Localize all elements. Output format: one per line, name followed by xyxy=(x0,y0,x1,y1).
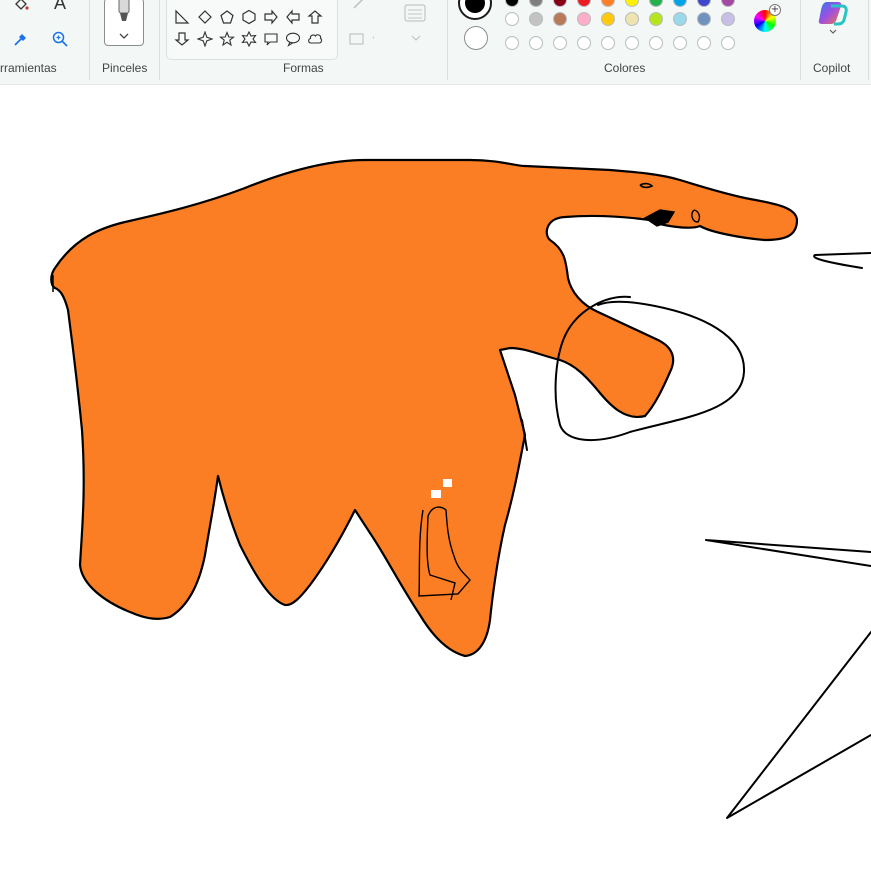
color-swatch[interactable] xyxy=(649,0,663,7)
color-swatch[interactable] xyxy=(601,12,615,26)
color-swatch[interactable] xyxy=(697,0,711,7)
outline-tool-button[interactable] xyxy=(347,0,373,14)
white-dot xyxy=(443,479,452,487)
fill-style-button[interactable] xyxy=(348,28,374,50)
line-size-icon xyxy=(404,4,426,22)
secondary-color-button[interactable] xyxy=(464,26,488,50)
custom-color-slot[interactable] xyxy=(553,36,567,50)
color-swatch[interactable] xyxy=(601,0,615,7)
color-swatch[interactable] xyxy=(649,12,663,26)
tools-group-label: rramientas xyxy=(0,61,57,75)
divider xyxy=(800,0,801,80)
top-right-stroke xyxy=(813,252,871,269)
pencil-outline-icon xyxy=(353,0,363,9)
color-swatch[interactable] xyxy=(577,0,591,7)
text-tool-button[interactable]: A xyxy=(47,0,73,14)
plus-icon: + xyxy=(769,4,781,16)
brushes-group-label: Pinceles xyxy=(102,61,148,75)
custom-color-slot[interactable] xyxy=(625,36,639,50)
chevron-down-icon xyxy=(119,33,129,39)
right-triangle-shape[interactable] xyxy=(172,7,192,27)
custom-color-slot[interactable] xyxy=(529,36,543,50)
drawing-canvas[interactable] xyxy=(0,85,871,871)
fill-bucket-icon[interactable] xyxy=(8,0,34,16)
color-swatch[interactable] xyxy=(529,12,543,26)
color-swatch[interactable] xyxy=(553,0,567,7)
copilot-icon xyxy=(818,2,848,26)
chevron-down-icon xyxy=(829,29,837,34)
white-dot xyxy=(431,490,441,498)
color-swatch[interactable] xyxy=(577,12,591,26)
color-swatch[interactable] xyxy=(721,0,735,7)
primary-color-button[interactable] xyxy=(458,0,492,20)
color-swatch[interactable] xyxy=(673,0,687,7)
primary-color-swatch xyxy=(465,0,485,13)
divider xyxy=(89,0,90,80)
diamond-shape[interactable] xyxy=(195,7,215,27)
cloud-callout-shape[interactable] xyxy=(305,29,325,49)
color-picker-icon[interactable] xyxy=(8,28,34,50)
copilot-group-label: Copilot xyxy=(813,61,851,75)
color-swatch[interactable] xyxy=(673,12,687,26)
custom-color-slot[interactable] xyxy=(673,36,687,50)
down-arrow-shape[interactable] xyxy=(172,29,192,49)
magnifier-icon[interactable] xyxy=(47,28,73,50)
custom-color-slot[interactable] xyxy=(697,36,711,50)
long-line-stroke xyxy=(705,539,871,567)
color-swatch[interactable] xyxy=(553,12,567,26)
chevron-down-icon xyxy=(411,35,421,41)
color-swatch[interactable] xyxy=(625,0,639,7)
edit-colors-button[interactable]: + xyxy=(752,4,781,34)
hexagon-shape[interactable] xyxy=(239,7,259,27)
color-swatch[interactable] xyxy=(721,12,735,26)
oval-callout-shape[interactable] xyxy=(283,29,303,49)
custom-color-slot[interactable] xyxy=(577,36,591,50)
six-point-star-shape[interactable] xyxy=(239,29,259,49)
brush-button[interactable] xyxy=(104,0,144,46)
orange-filled-shape xyxy=(50,158,799,658)
copilot-button[interactable] xyxy=(818,0,848,42)
right-arrow-shape[interactable] xyxy=(261,7,281,27)
color-swatch[interactable] xyxy=(625,12,639,26)
fill-style-icon xyxy=(349,33,374,45)
custom-color-slot[interactable] xyxy=(649,36,663,50)
divider xyxy=(447,0,448,80)
left-arrow-shape[interactable] xyxy=(283,7,303,27)
brush-icon xyxy=(118,0,130,21)
color-swatch[interactable] xyxy=(697,12,711,26)
five-point-star-shape[interactable] xyxy=(217,29,237,49)
up-arrow-shape[interactable] xyxy=(305,7,325,27)
custom-color-slot[interactable] xyxy=(601,36,615,50)
divider xyxy=(159,0,160,80)
diagonal-triangle-stroke xyxy=(726,631,871,819)
shapes-gallery xyxy=(166,0,338,60)
shapes-group-label: Formas xyxy=(283,61,324,75)
color-swatch[interactable] xyxy=(505,12,519,26)
divider xyxy=(868,0,869,80)
rect-callout-shape[interactable] xyxy=(261,29,281,49)
colors-group-label: Colores xyxy=(604,61,646,75)
custom-color-slot[interactable] xyxy=(505,36,519,50)
color-swatch[interactable] xyxy=(505,0,519,7)
custom-color-slot[interactable] xyxy=(721,36,735,50)
orange-creature-drawing xyxy=(50,158,799,658)
ribbon-toolbar: A rramientas Pinceles Formas + Colores C… xyxy=(0,0,871,85)
color-swatch[interactable] xyxy=(529,0,543,7)
four-point-star-shape[interactable] xyxy=(195,29,215,49)
pentagon-shape[interactable] xyxy=(217,7,237,27)
text-icon: A xyxy=(53,0,66,13)
size-button[interactable] xyxy=(402,2,428,24)
